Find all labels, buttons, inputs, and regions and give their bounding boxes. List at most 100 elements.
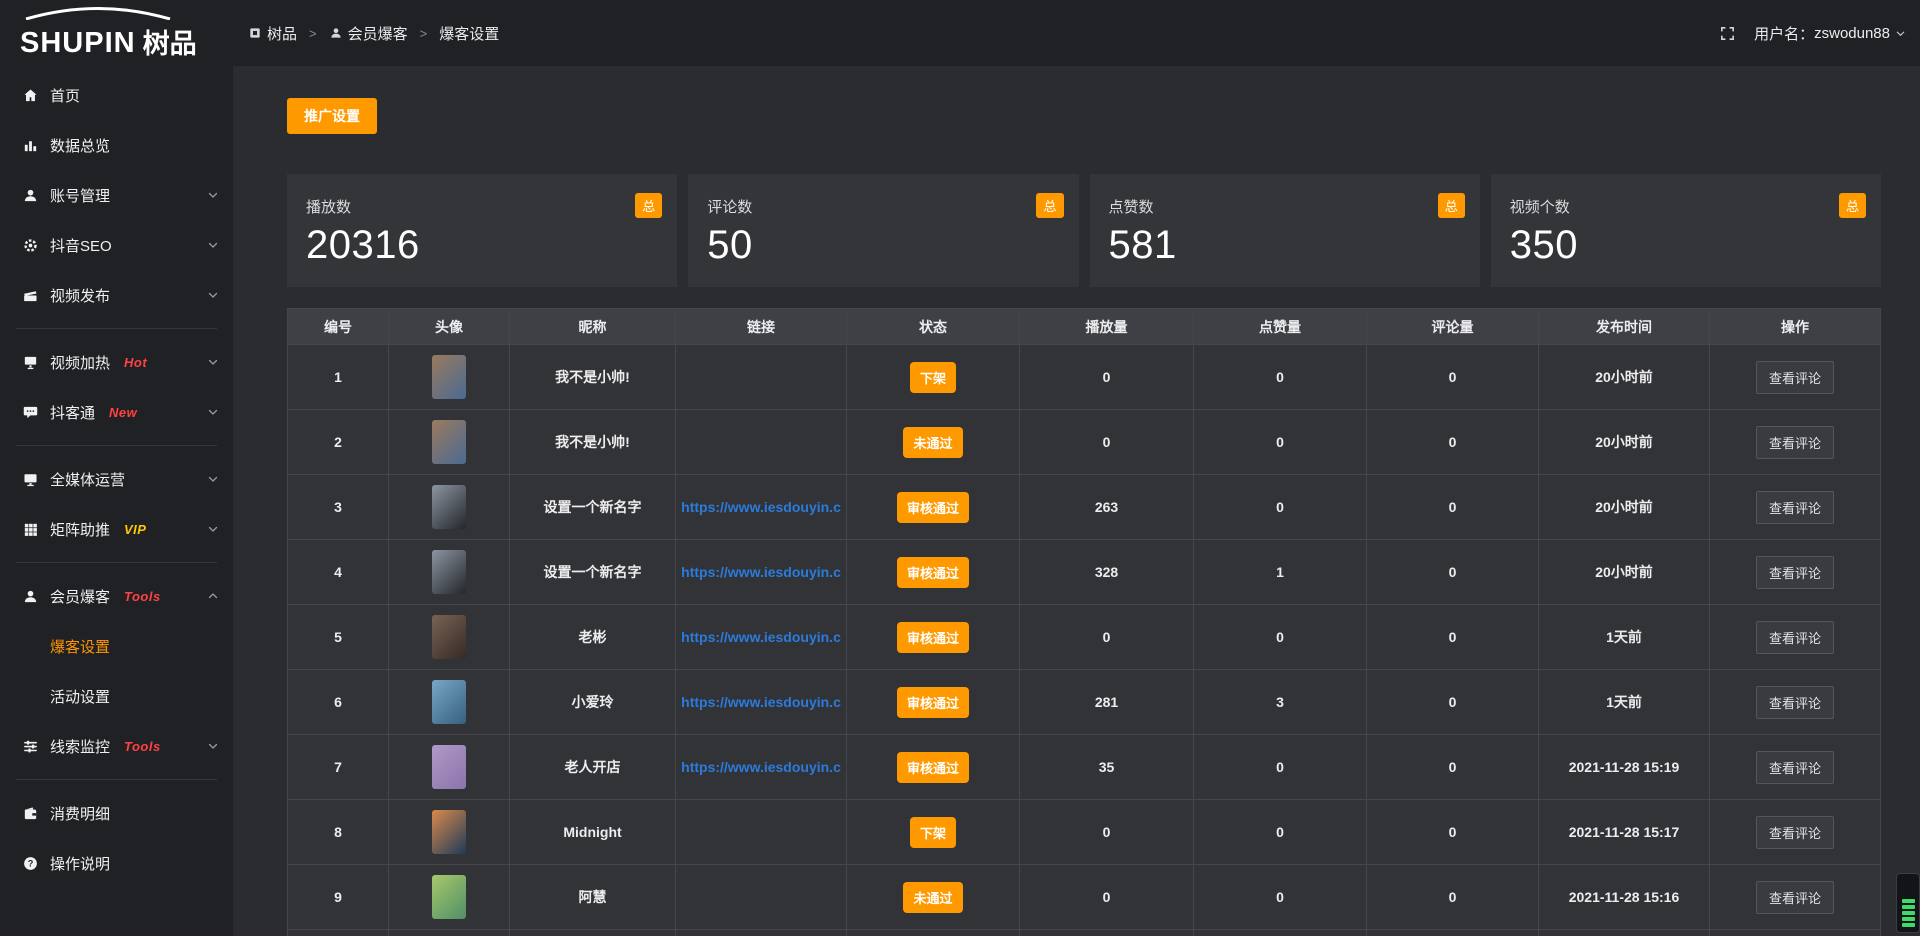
cell-likes	[1194, 930, 1367, 936]
cell-nickname: Midnight	[510, 800, 676, 864]
sidebar-item-consume-detail[interactable]: 消费明细	[0, 788, 233, 838]
cell-publish-time: 2021-11-28 15:19	[1539, 735, 1710, 799]
view-comments-button[interactable]: 查看评论	[1756, 361, 1834, 394]
breadcrumb-shupin[interactable]: 树品	[248, 23, 297, 44]
user-menu[interactable]: 用户名： zswodun88	[1754, 23, 1906, 44]
cell-plays: 0	[1020, 800, 1194, 864]
view-comments-button[interactable]: 查看评论	[1756, 426, 1834, 459]
sidebar-item-douyin-seo[interactable]: 抖音SEO	[0, 220, 233, 270]
cell-publish-time: 1天前	[1539, 670, 1710, 734]
sidebar-item-home[interactable]: 首页	[0, 70, 233, 120]
cell-action: 查看评论	[1710, 800, 1880, 864]
view-comments-button[interactable]: 查看评论	[1756, 816, 1834, 849]
video-link[interactable]: https://www.iesdouyin.c	[681, 564, 841, 580]
question-icon: ?	[22, 855, 39, 872]
sidebar-item-label: 消费明细	[50, 803, 110, 824]
person-icon	[22, 588, 39, 605]
promotion-settings-button[interactable]: 推广设置	[287, 98, 377, 134]
sidebar-item-member-baoke[interactable]: 会员爆客 Tools	[0, 571, 233, 621]
cell-plays: 0	[1020, 865, 1194, 929]
cell-id: 2	[288, 410, 389, 474]
status-badge: 审核通过	[897, 557, 969, 588]
view-comments-button[interactable]: 查看评论	[1756, 621, 1834, 654]
breadcrumb-baoke-settings[interactable]: 爆客设置	[439, 23, 499, 44]
video-link[interactable]: https://www.iesdouyin.c	[681, 694, 841, 710]
view-comments-button[interactable]: 查看评论	[1756, 751, 1834, 784]
cell-id: 1	[288, 345, 389, 409]
sidebar-item-douketong[interactable]: 抖客通 New	[0, 387, 233, 437]
chevron-down-icon[interactable]	[207, 740, 219, 752]
fullscreen-icon[interactable]	[1719, 25, 1736, 42]
cell-plays: 328	[1020, 540, 1194, 604]
cell-likes: 0	[1194, 475, 1367, 539]
sidebar-item-operation-guide[interactable]: ? 操作说明	[0, 838, 233, 888]
view-comments-button[interactable]: 查看评论	[1756, 881, 1834, 914]
chevron-up-icon[interactable]	[207, 590, 219, 602]
sidebar-item-video-publish[interactable]: 视频发布	[0, 270, 233, 320]
sidebar-item-clue-monitor[interactable]: 线索监控 Tools	[0, 721, 233, 771]
sidebar-item-video-heat[interactable]: 视频加热 Hot	[0, 337, 233, 387]
cell-action: 查看评论	[1710, 865, 1880, 929]
cell-nickname: 阿慧	[510, 865, 676, 929]
cell-status: 审核通过	[847, 540, 1020, 604]
cell-publish-time: 20小时前	[1539, 345, 1710, 409]
cell-action: 查看评论	[1710, 735, 1880, 799]
view-comments-button[interactable]: 查看评论	[1756, 491, 1834, 524]
avatar	[432, 680, 466, 724]
chevron-down-icon[interactable]	[207, 289, 219, 301]
floating-widget[interactable]	[1896, 873, 1920, 933]
chevron-down-icon[interactable]	[207, 356, 219, 368]
sidebar-item-activity-settings[interactable]: 活动设置	[0, 671, 233, 721]
column-header: 昵称	[510, 309, 676, 344]
sidebar-item-baoke-settings[interactable]: 爆客设置	[0, 621, 233, 671]
table-row: 4 设置一个新名字 https://www.iesdouyin.c 审核通过 3…	[288, 540, 1880, 605]
breadcrumb-member-baoke[interactable]: 会员爆客	[329, 23, 408, 44]
indicator-bar	[1902, 917, 1915, 921]
sidebar-item-label: 视频发布	[50, 285, 110, 306]
chevron-down-icon[interactable]	[207, 406, 219, 418]
video-icon	[22, 287, 39, 304]
avatar	[432, 615, 466, 659]
view-comments-button[interactable]: 查看评论	[1756, 686, 1834, 719]
stat-value: 50	[707, 223, 1078, 268]
cell-comments: 0	[1367, 800, 1539, 864]
chevron-down-icon[interactable]	[207, 239, 219, 251]
cell-status: 审核通过	[847, 735, 1020, 799]
avatar	[432, 810, 466, 854]
sidebar-item-matrix-boost[interactable]: 矩阵助推 VIP	[0, 504, 233, 554]
chevron-down-icon[interactable]	[207, 189, 219, 201]
chevron-down-icon[interactable]	[207, 473, 219, 485]
cell-comments: 0	[1367, 865, 1539, 929]
logo-text-cn: 树品	[143, 31, 197, 58]
cell-nickname: 设置一个新名字	[510, 540, 676, 604]
video-link[interactable]: https://www.iesdouyin.c	[681, 629, 841, 645]
sidebar-item-media-operation[interactable]: 全媒体运营	[0, 454, 233, 504]
sidebar-item-account-management[interactable]: 账号管理	[0, 170, 233, 220]
avatar	[432, 355, 466, 399]
cell-publish-time: 2021-11-28 15:17	[1539, 800, 1710, 864]
cell-avatar	[389, 735, 510, 799]
cell-link: https://www.iesdouyin.c	[676, 735, 847, 799]
sidebar-item-label: 操作说明	[50, 853, 110, 874]
view-comments-button[interactable]: 查看评论	[1756, 556, 1834, 589]
status-badge: 未通过	[903, 882, 962, 913]
sidebar-item-label: 活动设置	[50, 686, 110, 707]
video-link[interactable]: https://www.iesdouyin.c	[681, 499, 841, 515]
main-content: 推广设置 播放数 20316 总 评论数 50 总 点赞数 581 总 视频个数…	[233, 66, 1920, 936]
cell-link: https://www.iesdouyin.c	[676, 670, 847, 734]
cell-publish-time: 20小时前	[1539, 540, 1710, 604]
cell-status: 下架	[847, 345, 1020, 409]
stat-label: 视频个数	[1510, 196, 1881, 217]
cell-avatar	[389, 345, 510, 409]
video-link[interactable]: https://www.iesdouyin.c	[681, 759, 841, 775]
chevron-down-icon[interactable]	[207, 523, 219, 535]
sidebar-item-badge: Hot	[124, 355, 147, 370]
cell-nickname: 小爱玲	[510, 670, 676, 734]
sidebar-divider	[16, 562, 217, 563]
status-badge: 下架	[910, 362, 956, 393]
table-row: 2 我不是小帅! 未通过 0 0 0 20小时前 查看评论	[288, 410, 1880, 475]
username-value: zswodun88	[1814, 25, 1890, 42]
sidebar-item-label: 爆客设置	[50, 636, 110, 657]
sidebar-item-data-overview[interactable]: 数据总览	[0, 120, 233, 170]
cell-publish-time: 2021-11-28 15:16	[1539, 865, 1710, 929]
